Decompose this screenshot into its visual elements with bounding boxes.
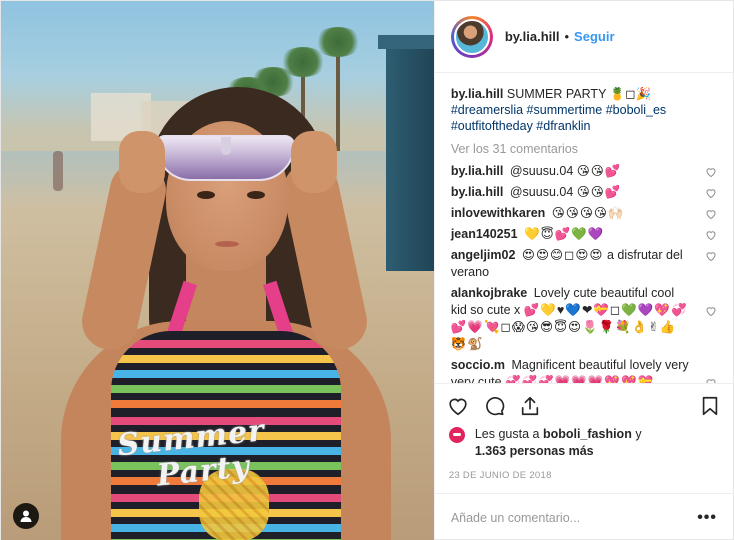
comment-item: soccio.m Magnificent beautiful lovely ve… xyxy=(451,357,717,383)
separator-dot: • xyxy=(564,29,570,44)
like-heart-icon[interactable] xyxy=(447,395,469,417)
comment-username[interactable]: inlovewithkaren xyxy=(451,206,545,220)
comment-username[interactable]: by.lia.hill xyxy=(451,164,504,178)
likes-text: Les gusta a boboli_fashion y 1.363 perso… xyxy=(475,426,642,460)
likes-count[interactable]: 1.363 personas más xyxy=(475,444,594,458)
comment-item: jean140251 💛😇💕💚💜 xyxy=(451,226,717,243)
heart-outline-icon[interactable] xyxy=(705,305,717,317)
person-icon xyxy=(20,510,32,522)
likes-prefix: Les gusta a xyxy=(474,427,540,441)
comment-emoji: 😘😘💕 xyxy=(576,164,622,178)
story-ring[interactable] xyxy=(450,15,493,58)
instagram-post: Summer Party by.lia.hill • Seguir by.lia… xyxy=(0,0,734,540)
more-options-icon[interactable]: ••• xyxy=(697,509,717,527)
eye-right xyxy=(247,191,265,199)
comment-text[interactable]: @suusu.04 xyxy=(510,185,573,199)
likes-connector: y xyxy=(635,427,642,441)
post-actions: Les gusta a boboli_fashion y 1.363 perso… xyxy=(434,383,733,493)
bookmark-icon[interactable] xyxy=(699,395,721,417)
hand-right xyxy=(291,131,337,193)
heart-outline-icon[interactable] xyxy=(705,377,717,383)
heart-outline-icon[interactable] xyxy=(705,187,717,199)
caption-username[interactable]: by.lia.hill xyxy=(451,87,504,101)
hand-left xyxy=(119,131,165,193)
tagged-user-icon[interactable] xyxy=(13,503,39,529)
header-username[interactable]: by.lia.hill xyxy=(505,29,560,44)
post-photo[interactable]: Summer Party xyxy=(1,1,434,540)
comments-list: by.lia.hill SUMMER PARTY 🍍◻🎉 #dreamersli… xyxy=(435,73,733,383)
comment-item: angeljim02 😍😍😊◻😍😍 a disfrutar del verano xyxy=(451,247,717,281)
likes-summary: Les gusta a boboli_fashion y 1.363 perso… xyxy=(447,426,721,460)
comment-username[interactable]: alankojbrake xyxy=(451,286,527,300)
mouth xyxy=(215,241,239,247)
comment-emoji: 😍😍😊◻😍😍 xyxy=(521,248,604,262)
comment-username[interactable]: jean140251 xyxy=(451,227,518,241)
comment-text[interactable]: @suusu.04 xyxy=(510,164,573,178)
sunglasses xyxy=(155,135,295,181)
comment-username[interactable]: angeljim02 xyxy=(451,248,516,262)
comment-emoji: 😘😘💕 xyxy=(576,185,622,199)
action-icons xyxy=(447,390,721,422)
heart-outline-icon[interactable] xyxy=(705,208,717,220)
comment-item: alankojbrake Lovely cute beautiful cool … xyxy=(451,285,717,353)
heart-outline-icon[interactable] xyxy=(705,166,717,178)
comment-item: by.lia.hill @suusu.04 😘😘💕 xyxy=(451,184,717,201)
add-comment-bar: ••• xyxy=(434,493,733,540)
post-header: by.lia.hill • Seguir xyxy=(434,1,733,73)
comment-username[interactable]: soccio.m xyxy=(451,358,505,372)
comment-item: inlovewithkaren 😘😘😘😘🙌🏻 xyxy=(451,205,717,222)
post-date[interactable]: 23 DE JUNIO DE 2018 xyxy=(449,470,721,481)
heart-outline-icon[interactable] xyxy=(705,229,717,241)
post-side-panel: by.lia.hill • Seguir by.lia.hill SUMMER … xyxy=(433,1,733,540)
comment-input[interactable] xyxy=(450,510,698,525)
heart-outline-icon[interactable] xyxy=(705,250,717,262)
comment-emoji: 💛😇💕💚💜 xyxy=(524,227,605,241)
eye-left xyxy=(197,191,215,199)
caption-text: SUMMER PARTY 🍍◻🎉 xyxy=(506,87,652,101)
share-upload-icon[interactable] xyxy=(519,395,541,417)
comment-item: by.lia.hill @suusu.04 😘😘💕 xyxy=(451,163,717,180)
girl-figure: Summer Party xyxy=(1,1,434,540)
liker-avatar[interactable] xyxy=(448,427,465,443)
post-caption: by.lia.hill SUMMER PARTY 🍍◻🎉 #dreamersli… xyxy=(451,86,717,134)
follow-button[interactable]: Seguir xyxy=(574,29,614,44)
comment-emoji: 😘😘😘😘🙌🏻 xyxy=(551,206,625,220)
comment-emoji: 💞💞💞💗💗💗💖💖💝 xyxy=(505,375,655,383)
comment-bubble-icon[interactable] xyxy=(483,395,505,417)
avatar[interactable] xyxy=(453,18,490,55)
caption-hashtags[interactable]: #dreamerslia #summertime #boboli_es #out… xyxy=(451,103,666,133)
liker-username[interactable]: boboli_fashion xyxy=(543,427,632,441)
comment-username[interactable]: by.lia.hill xyxy=(451,185,504,199)
view-all-comments-link[interactable]: Ver los 31 comentarios xyxy=(451,142,717,156)
